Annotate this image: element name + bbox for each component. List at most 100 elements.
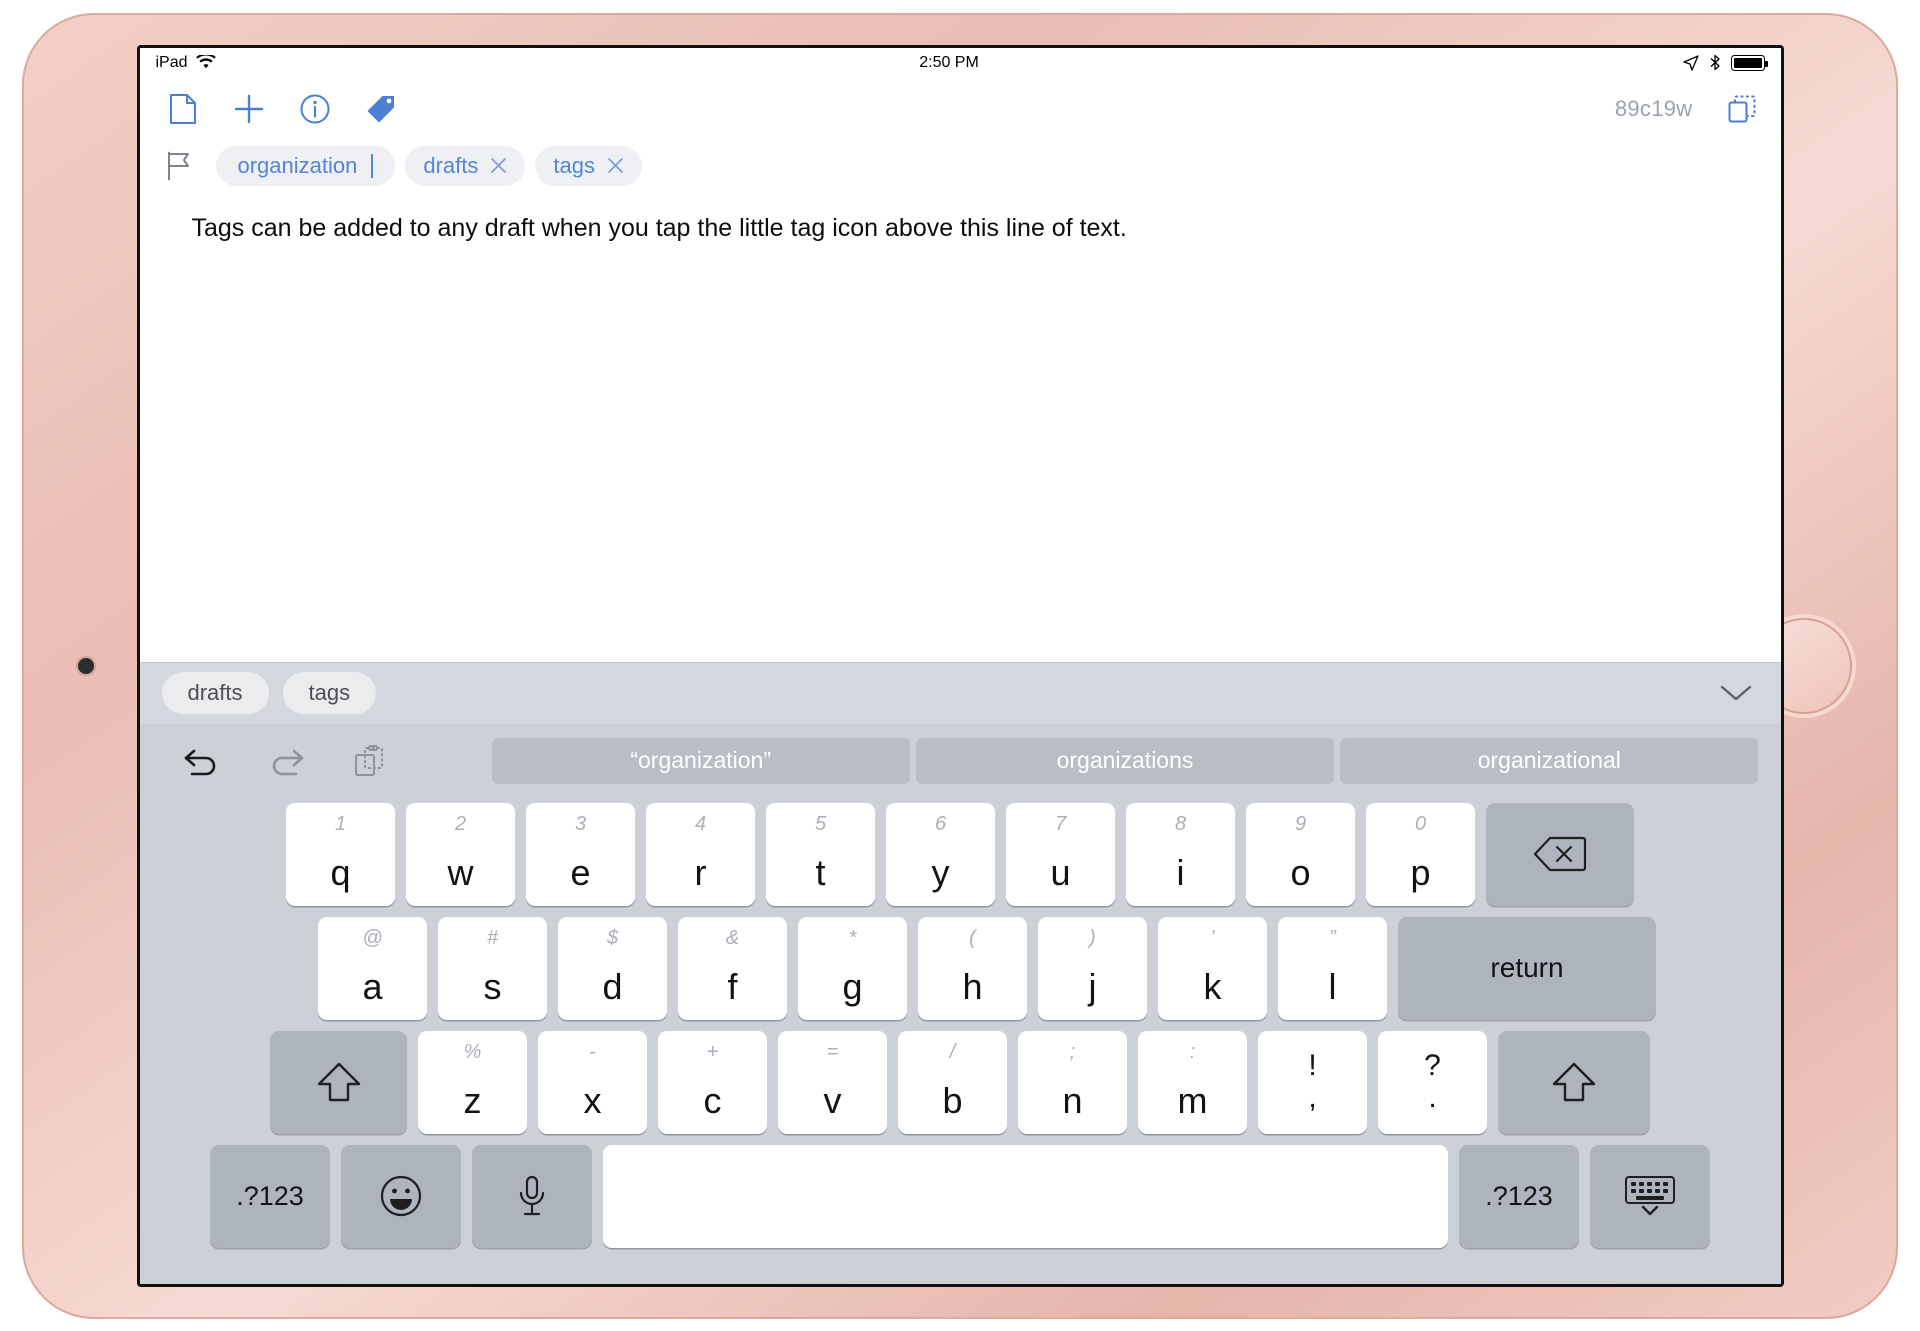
key-question-period[interactable]: ? . — [1378, 1030, 1487, 1134]
key-z[interactable]: % z — [418, 1030, 527, 1134]
key-alt-label: ’ — [1210, 926, 1215, 949]
keyboard-row-1: 1q 2w 3e 4r 5t 6y 7u 8i 9o 0p — [144, 802, 1777, 906]
chevron-down-icon[interactable] — [1719, 682, 1759, 704]
wifi-icon — [195, 55, 216, 70]
tag-pill-drafts[interactable]: drafts — [405, 145, 526, 186]
key-a[interactable]: @ a — [318, 916, 427, 1020]
tag-pill-tags[interactable]: tags — [535, 145, 642, 186]
key-q[interactable]: 1q — [286, 802, 395, 906]
key-o[interactable]: 9o — [1246, 802, 1355, 906]
key-l[interactable]: ” l — [1278, 916, 1387, 1020]
plus-icon[interactable] — [232, 92, 266, 126]
key-alt-label: 4 — [694, 812, 707, 835]
key-label: q — [330, 851, 351, 893]
key-label: o — [1290, 851, 1311, 893]
predictive-text-row: “organization” organizations organizatio… — [144, 730, 1777, 792]
prediction-2[interactable]: organizational — [1340, 737, 1759, 784]
key-alt-label: - — [589, 1040, 596, 1063]
key-label: p — [1410, 851, 1431, 893]
key-alt-label: ) — [1089, 926, 1096, 949]
key-u[interactable]: 7u — [1006, 802, 1115, 906]
key-label: d — [602, 965, 623, 1007]
key-s[interactable]: # s — [438, 916, 547, 1020]
return-key[interactable]: return — [1398, 916, 1656, 1020]
tag-pill-editing[interactable]: organization — [215, 145, 396, 186]
key-d[interactable]: $ d — [558, 916, 667, 1020]
key-b[interactable]: / b — [898, 1030, 1007, 1134]
tag-label: drafts — [423, 152, 479, 178]
key-v[interactable]: = v — [778, 1030, 887, 1134]
key-h[interactable]: (h — [918, 916, 1027, 1020]
key-w[interactable]: 2w — [406, 802, 515, 906]
key-label: k — [1203, 965, 1222, 1007]
tag-suggestion-tags[interactable]: tags — [282, 672, 377, 714]
key-label: s — [483, 965, 502, 1007]
key-label: f — [727, 965, 738, 1007]
key-top-label: ? — [1424, 1049, 1441, 1082]
key-p[interactable]: 0p — [1366, 802, 1475, 906]
redo-icon[interactable] — [266, 741, 306, 781]
bluetooth-icon — [1709, 54, 1721, 71]
key-label: a — [362, 965, 383, 1007]
microphone-icon[interactable] — [472, 1144, 592, 1248]
key-y[interactable]: 6y — [886, 802, 995, 906]
prediction-1[interactable]: organizations — [915, 737, 1335, 784]
key-alt-label: 1 — [334, 812, 347, 835]
battery-full-icon — [1730, 54, 1768, 71]
key-c[interactable]: + c — [658, 1030, 767, 1134]
tag-editing-label: organization — [237, 152, 358, 178]
keyboard-row-2: @ a # s $ d & f * g (h ) j ’ k ” l return — [144, 916, 1777, 1020]
info-circle-icon[interactable] — [298, 92, 332, 126]
key-label: j — [1088, 965, 1097, 1007]
key-k[interactable]: ’ k — [1158, 916, 1267, 1020]
close-icon[interactable] — [490, 157, 507, 174]
key-exclamation-comma[interactable]: ! , — [1258, 1030, 1367, 1134]
numeric-keyboard-button-right[interactable]: .?123 — [1459, 1144, 1579, 1248]
key-alt-label: 5 — [814, 812, 827, 835]
key-t[interactable]: 5t — [766, 802, 875, 906]
close-icon[interactable] — [607, 157, 624, 174]
flag-icon[interactable] — [166, 151, 192, 181]
key-label: .?123 — [236, 1180, 304, 1211]
key-x[interactable]: -x — [538, 1030, 647, 1134]
key-alt-label: 0 — [1414, 812, 1427, 835]
key-f[interactable]: & f — [678, 916, 787, 1020]
key-label: l — [1328, 965, 1337, 1007]
shift-up-icon-right[interactable] — [1498, 1030, 1650, 1134]
tag-suggestion-bar: drafts tags — [139, 661, 1781, 724]
key-alt-label: 9 — [1294, 812, 1307, 835]
tag-suggestion-label: drafts — [187, 680, 243, 705]
key-g[interactable]: * g — [798, 916, 907, 1020]
keyboard-row-3: % z -x + c = v / b ; n :m ! , ? . — [144, 1030, 1777, 1134]
tag-suggestion-drafts[interactable]: drafts — [161, 672, 269, 714]
key-j[interactable]: ) j — [1038, 916, 1147, 1020]
key-r[interactable]: 4r — [646, 802, 755, 906]
key-label: u — [1050, 851, 1071, 893]
shift-up-icon[interactable] — [270, 1030, 407, 1134]
tag-icon[interactable] — [364, 92, 398, 126]
key-alt-label: @ — [362, 926, 383, 949]
key-m[interactable]: :m — [1138, 1030, 1247, 1134]
key-alt-label: 3 — [574, 812, 587, 835]
key-i[interactable]: 8i — [1126, 802, 1235, 906]
space-key[interactable] — [603, 1144, 1448, 1248]
prediction-0[interactable]: “organization” — [491, 737, 910, 784]
prediction-label: organizational — [1477, 747, 1621, 773]
key-label: w — [447, 851, 474, 893]
document-icon[interactable] — [166, 92, 200, 126]
key-label: return — [1490, 952, 1564, 983]
undo-icon[interactable] — [182, 741, 222, 781]
key-alt-label: = — [826, 1040, 839, 1063]
copy-icon[interactable] — [1725, 92, 1759, 126]
key-label: z — [463, 1079, 482, 1121]
backspace-icon[interactable] — [1486, 802, 1634, 906]
draft-editor[interactable]: Tags can be added to any draft when you … — [139, 191, 1781, 662]
key-alt-label: : — [1189, 1040, 1196, 1063]
key-e[interactable]: 3e — [526, 802, 635, 906]
smiley-face-icon[interactable] — [341, 1144, 461, 1248]
key-n[interactable]: ; n — [1018, 1030, 1127, 1134]
hide-keyboard-icon[interactable] — [1590, 1144, 1710, 1248]
key-label: m — [1177, 1079, 1208, 1121]
clipboard-icon[interactable] — [350, 741, 390, 781]
numeric-keyboard-button-left[interactable]: .?123 — [210, 1144, 330, 1248]
